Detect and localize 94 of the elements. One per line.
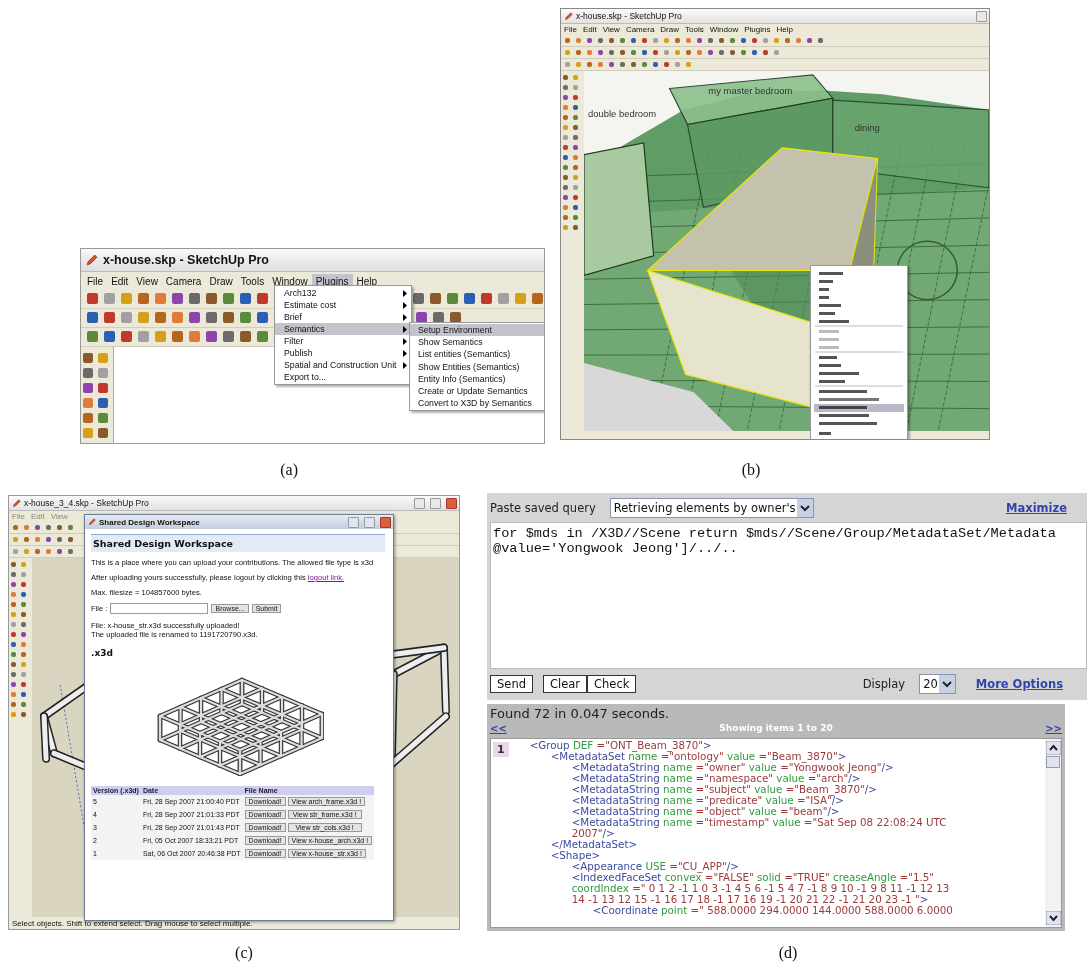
saved-query-select[interactable]: Retrieving elements by owner's <box>609 498 814 518</box>
next-page-link[interactable]: >> <box>1045 722 1062 734</box>
minimize-button[interactable] <box>348 516 359 528</box>
code-line: </MetadataSet> <box>549 839 639 850</box>
minimize-button[interactable] <box>414 497 425 509</box>
query-button[interactable]: Send <box>490 675 533 693</box>
menu-item[interactable]: Filter <box>275 335 411 347</box>
menu-item[interactable]: Create or Update Semantics <box>410 384 544 398</box>
code-line: <IndexedFaceSet convex ="FALSE" solid ="TRUE" creaseAngle ="1.5" <box>570 872 936 883</box>
menu-item[interactable]: Semantics <box>275 323 411 335</box>
menu-item[interactable]: Edit <box>107 273 133 289</box>
section-heading: .x3d <box>91 648 114 658</box>
chevron-down-icon <box>938 675 955 693</box>
pencil-icon <box>88 518 96 526</box>
menu-item[interactable]: Spatial and Construction Unit <box>275 359 411 371</box>
chevron-down-icon <box>796 499 813 517</box>
pencil-icon <box>85 253 98 267</box>
code-line: <MetadataString name ="predicate" value ="ISA"/> <box>570 795 844 806</box>
menu-item[interactable]: Window <box>268 273 312 289</box>
code-line: <Coordinate point =" 588.0000 294.0000 144.0000 588.0000 6.0000 <box>591 905 954 916</box>
menu-item[interactable]: Brief <box>275 311 411 323</box>
showing-items-text: Showing items 1 to 20 <box>719 723 833 733</box>
window-title: x-house.skp - SketchUp Pro <box>103 253 269 267</box>
menu-item[interactable]: Tools <box>685 25 704 34</box>
menu-item[interactable]: Arch132 <box>275 287 411 299</box>
menu-item[interactable]: Tools <box>236 273 269 289</box>
query-textarea[interactable]: for $mds in /X3D//Scene return $mds//Scene/Group/MetadataSet/Metadata @value='Yongwook Jeong']/../.. <box>490 522 1087 669</box>
saved-query-label: Paste saved query <box>490 501 596 515</box>
menu-item[interactable]: Draw <box>205 273 237 289</box>
menu-item[interactable]: Edit <box>582 25 597 34</box>
code-line: 2007"/> <box>570 828 615 839</box>
code-line: <MetadataString name ="subject" value ="Beam_3870"/> <box>570 784 878 795</box>
more-options-link[interactable]: More Options <box>975 677 1063 691</box>
menu-item[interactable]: File <box>83 273 108 289</box>
close-button[interactable] <box>380 516 391 528</box>
code-line: 14 -1 13 12 15 -1 16 17 18 -1 17 16 19 -1 20 21 22 -1 21 20 23 -1 "> <box>570 894 930 905</box>
code-line: <MetadataString name ="timestamp" value ="Sat Sep 08 22:08:24 UTC <box>570 817 948 828</box>
code-line: <MetadataSet name ="ontology" value ="Beam_3870"> <box>550 751 847 762</box>
pencil-icon <box>564 11 573 21</box>
status-text: Select objects. Shift to extend select. Drag mouse to select multiple. <box>12 918 253 928</box>
maximize-button[interactable] <box>364 516 375 528</box>
menu-item[interactable]: Camera <box>625 25 655 34</box>
display-count-select[interactable]: 20 <box>919 674 956 694</box>
menu-item[interactable]: Plugins <box>744 25 771 34</box>
close-button[interactable] <box>446 497 457 509</box>
menu-item[interactable]: Help <box>776 25 793 34</box>
figure-caption: (c) <box>234 944 254 962</box>
room-label: my master bedroom <box>708 86 793 97</box>
menu-item[interactable]: Window <box>709 25 739 34</box>
menu-item[interactable]: View <box>132 273 162 289</box>
code-line: <Shape> <box>549 850 601 861</box>
menu-item[interactable]: View <box>602 25 620 34</box>
window-title: x-house.skp - SketchUp Pro <box>576 11 682 21</box>
menu-item[interactable]: Estimate cost <box>275 299 411 311</box>
results-count: Found 72 in 0.047 seconds. <box>490 706 671 721</box>
scroll-down-icon[interactable] <box>1045 911 1061 925</box>
code-line: <Appearance USE ="CU_APP"/> <box>571 861 739 872</box>
figure-caption: (a) <box>279 461 299 479</box>
menu-item[interactable]: File <box>564 25 577 34</box>
menu-item[interactable]: Setup Environment <box>410 324 544 337</box>
pencil-icon <box>12 498 21 508</box>
code-line: <MetadataString name ="object" value ="beam"/> <box>570 806 840 817</box>
query-button[interactable]: Clear <box>542 675 588 693</box>
room-label: double bedroom <box>588 108 657 119</box>
menu-item[interactable]: Convert to X3D by Semantics <box>410 397 544 410</box>
file-input[interactable] <box>110 603 209 614</box>
code-line: coordIndex =" 0 1 2 -1 1 0 3 -1 4 5 6 -1 5 4 7 -1 8 9 10 -1 9 8 11 -1 12 13 <box>570 883 951 894</box>
window-title: x-house_3_4.skp - SketchUp Pro <box>24 498 149 508</box>
menu-item[interactable]: Entity Info (Semantics) <box>410 372 544 385</box>
code-line: <MetadataString name ="namespace" value ="arch"/> <box>570 773 861 784</box>
query-button[interactable]: Check <box>587 675 637 693</box>
maximize-link[interactable]: Maximize <box>1006 501 1067 515</box>
menu-item[interactable]: Show Semantics <box>410 336 544 349</box>
room-label: dining <box>854 123 880 134</box>
figure-caption: (b) <box>740 461 762 479</box>
scrollbar[interactable] <box>1045 739 1061 927</box>
page-heading: Shared Design Workspace <box>91 534 385 552</box>
code-line: <Group DEF ="ONT_Beam_3870"> <box>528 740 712 751</box>
figure-caption: (d) <box>777 944 799 962</box>
menu-item[interactable]: Publish <box>275 347 411 359</box>
minimize-button[interactable] <box>976 10 987 22</box>
scroll-up-icon[interactable] <box>1045 741 1061 755</box>
menu-item[interactable]: List entities (Semantics) <box>410 348 544 361</box>
code-line: <MetadataString name ="owner" value ="Yongwook Jeong"/> <box>570 762 895 773</box>
window-title: Shared Design Workspace <box>99 517 200 527</box>
display-label: Display <box>862 677 906 691</box>
menu-item[interactable]: Camera <box>161 273 206 289</box>
scroll-thumb[interactable] <box>1046 756 1060 768</box>
result-number: 1 <box>493 742 509 757</box>
menu-item[interactable]: Show Entities (Semantics) <box>410 360 544 373</box>
maximize-button[interactable] <box>430 497 441 509</box>
previous-page-link[interactable]: << <box>490 722 507 734</box>
menu-item[interactable]: Draw <box>660 25 679 34</box>
menu-item[interactable]: Export to... <box>275 371 411 383</box>
